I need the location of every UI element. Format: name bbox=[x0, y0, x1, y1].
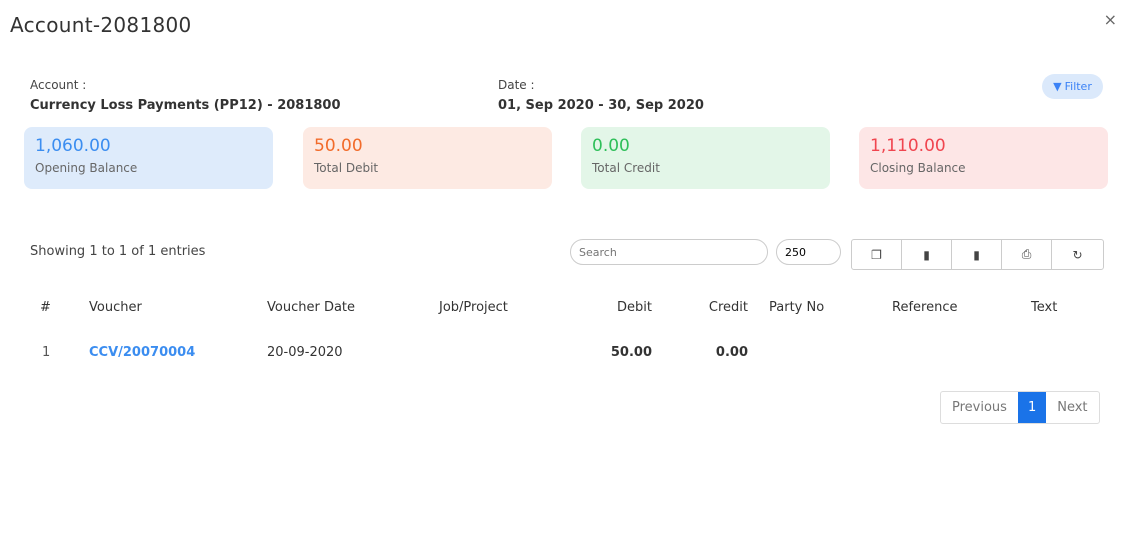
col-text[interactable]: Text bbox=[1031, 300, 1057, 315]
refresh-icon: ↻ bbox=[1072, 247, 1083, 262]
account-value: Currency Loss Payments (PP12) - 2081800 bbox=[30, 98, 341, 113]
col-no[interactable]: # bbox=[40, 300, 51, 315]
close-icon[interactable]: × bbox=[1104, 10, 1117, 29]
page-length-input[interactable] bbox=[776, 239, 841, 265]
search-input[interactable] bbox=[570, 239, 768, 265]
page-1-button[interactable]: 1 bbox=[1017, 392, 1047, 423]
closing-balance-card: 1,110.00 Closing Balance bbox=[859, 127, 1108, 189]
col-credit[interactable]: Credit bbox=[709, 300, 748, 315]
print-icon: ⎙ bbox=[1021, 247, 1032, 261]
date-label: Date : bbox=[498, 78, 535, 92]
opening-balance-card: 1,060.00 Opening Balance bbox=[24, 127, 273, 189]
excel-button[interactable]: ▮ bbox=[952, 240, 1002, 269]
refresh-button[interactable]: ↻ bbox=[1052, 240, 1103, 269]
previous-button[interactable]: Previous bbox=[941, 392, 1018, 423]
voucher-link[interactable]: CCV/20070004 bbox=[89, 345, 195, 360]
copy-button[interactable]: ❐ bbox=[852, 240, 902, 269]
csv-button[interactable]: ▮ bbox=[902, 240, 952, 269]
col-reference[interactable]: Reference bbox=[892, 300, 957, 315]
next-button[interactable]: Next bbox=[1046, 392, 1098, 423]
csv-icon: ▮ bbox=[923, 247, 930, 262]
total-credit-card: 0.00 Total Credit bbox=[581, 127, 830, 189]
filter-button[interactable]: ▼ Filter bbox=[1042, 74, 1103, 99]
col-voucher[interactable]: Voucher bbox=[89, 300, 142, 315]
copy-icon: ❐ bbox=[871, 247, 882, 262]
col-voucher-date[interactable]: Voucher Date bbox=[267, 300, 355, 315]
col-debit[interactable]: Debit bbox=[617, 300, 652, 315]
date-value: 01, Sep 2020 - 30, Sep 2020 bbox=[498, 98, 704, 113]
col-job-project[interactable]: Job/Project bbox=[439, 300, 508, 315]
account-label: Account : bbox=[30, 78, 87, 92]
print-button[interactable]: ⎙ bbox=[1002, 240, 1052, 269]
pagination: Previous 1 Next bbox=[940, 391, 1100, 424]
excel-icon: ▮ bbox=[973, 247, 980, 262]
entries-info: Showing 1 to 1 of 1 entries bbox=[30, 244, 206, 259]
filter-icon: ▼ bbox=[1053, 80, 1062, 93]
export-toolbar: ❐ ▮ ▮ ⎙ ↻ bbox=[851, 239, 1104, 270]
total-debit-card: 50.00 Total Debit bbox=[303, 127, 552, 189]
col-party-no[interactable]: Party No bbox=[769, 300, 824, 315]
modal-title: Account-2081800 bbox=[10, 13, 192, 37]
